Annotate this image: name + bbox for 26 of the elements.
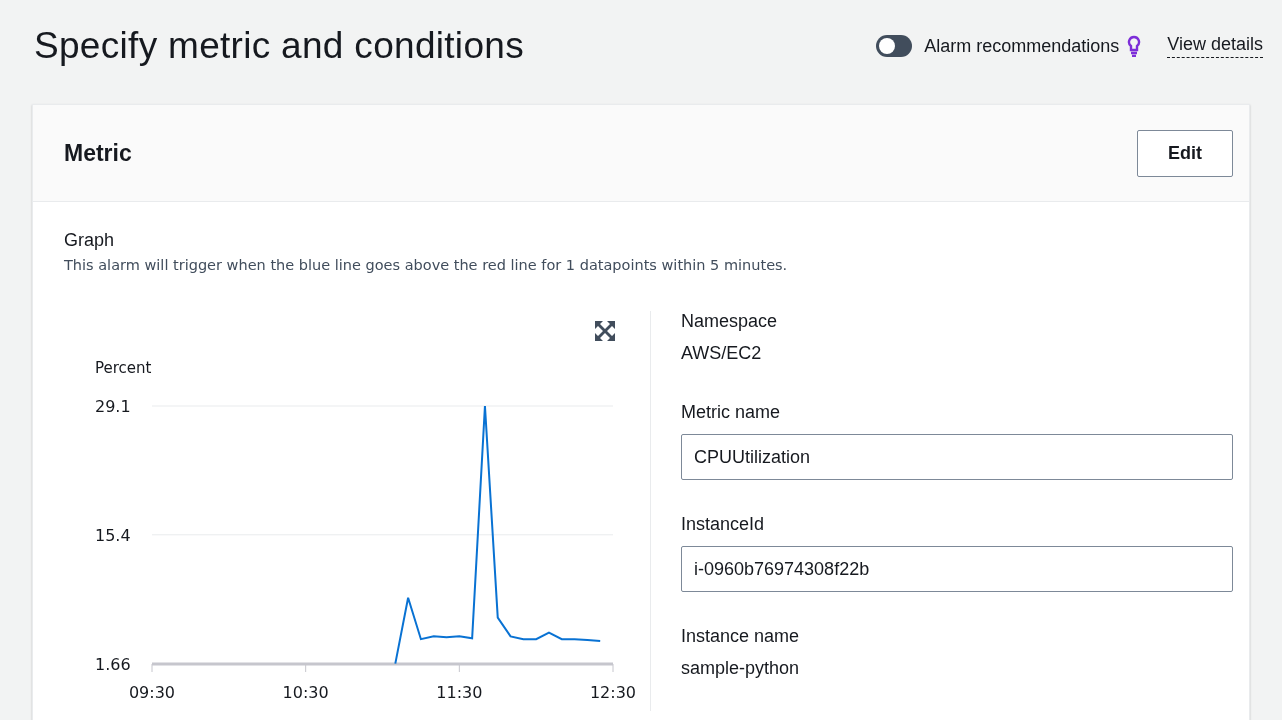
field-value: AWS/EC2 xyxy=(681,343,763,364)
lightbulb-icon xyxy=(1127,35,1142,57)
edit-button[interactable]: Edit xyxy=(1137,129,1233,177)
field-label: Metric name xyxy=(681,402,782,423)
x-tick-label: 12:30 xyxy=(589,683,637,702)
x-tick-label: 10:30 xyxy=(282,683,329,702)
y-tick-label: 15.4 xyxy=(95,525,131,545)
expand-icon[interactable] xyxy=(595,321,615,341)
graph-title: Graph xyxy=(64,230,116,251)
x-tick-label: 11:30 xyxy=(436,683,483,702)
y-tick-label: 1.66 xyxy=(95,655,131,674)
field-value: sample-python xyxy=(681,658,801,679)
toggle-label: Alarm recommendations xyxy=(924,35,1120,57)
page-title: Specify metric and conditions xyxy=(34,25,525,67)
card-title: Metric xyxy=(64,139,132,167)
field-label: InstanceId xyxy=(681,514,766,535)
field-label: Namespace xyxy=(681,311,779,332)
toggle-switch[interactable] xyxy=(876,35,913,57)
field-label: Instance name xyxy=(681,626,801,647)
graph-description: This alarm will trigger when the blue line goes above the red line for 1 datapoints within 5 minutes. xyxy=(64,257,789,273)
view-details-link[interactable]: View details xyxy=(1167,34,1263,58)
input-field[interactable]: i-0960b76974308f22b xyxy=(681,546,1233,592)
x-tick-label: 09:30 xyxy=(128,683,176,702)
y-axis-label: Percent xyxy=(95,359,152,377)
input-field[interactable]: CPUUtilization xyxy=(681,434,1233,480)
y-tick-label: 29.1 xyxy=(95,397,131,416)
